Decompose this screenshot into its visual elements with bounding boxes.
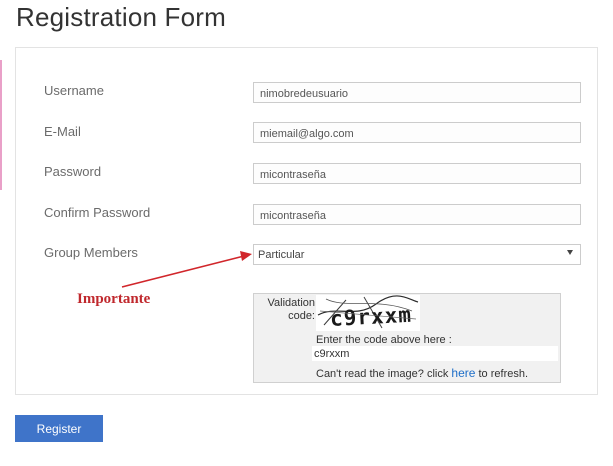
- registration-page: Registration Form Username E-Mail Passwo…: [0, 0, 613, 466]
- chevron-down-icon: [567, 250, 573, 255]
- refresh-prefix: Can't read the image? click: [316, 368, 449, 380]
- window-edge: [0, 60, 2, 190]
- group-members-selected-value: Particular: [258, 249, 305, 261]
- register-button[interactable]: Register: [15, 415, 103, 442]
- group-members-select[interactable]: Particular: [253, 244, 581, 265]
- email-label: E-Mail: [44, 124, 81, 139]
- validation-label-line1: Validation: [267, 297, 316, 309]
- group-members-label: Group Members: [44, 245, 138, 260]
- captcha-code-input[interactable]: [312, 346, 558, 361]
- captcha-image: c9rxxm: [316, 295, 420, 331]
- email-input[interactable]: [253, 122, 581, 143]
- refresh-link[interactable]: here: [451, 366, 475, 380]
- confirm-password-input[interactable]: [253, 204, 581, 225]
- page-title: Registration Form: [16, 2, 227, 32]
- refresh-text: Can't read the image? click here to refr…: [316, 366, 528, 380]
- password-label: Password: [44, 164, 102, 179]
- importante-annotation: Importante: [77, 291, 151, 307]
- captcha-panel: Validation code: c9rxxm Enter the code a…: [253, 293, 561, 383]
- refresh-suffix: to refresh.: [478, 368, 529, 380]
- password-input[interactable]: [253, 163, 581, 184]
- validation-code-label: Validation code:: [259, 297, 316, 323]
- username-input[interactable]: [253, 82, 581, 103]
- username-label: Username: [44, 83, 104, 98]
- validation-label-line2: code:: [288, 310, 315, 322]
- captcha-text: c9rxxm: [330, 303, 413, 331]
- enter-code-prompt: Enter the code above here :: [316, 334, 452, 346]
- confirm-password-label: Confirm Password: [44, 205, 151, 220]
